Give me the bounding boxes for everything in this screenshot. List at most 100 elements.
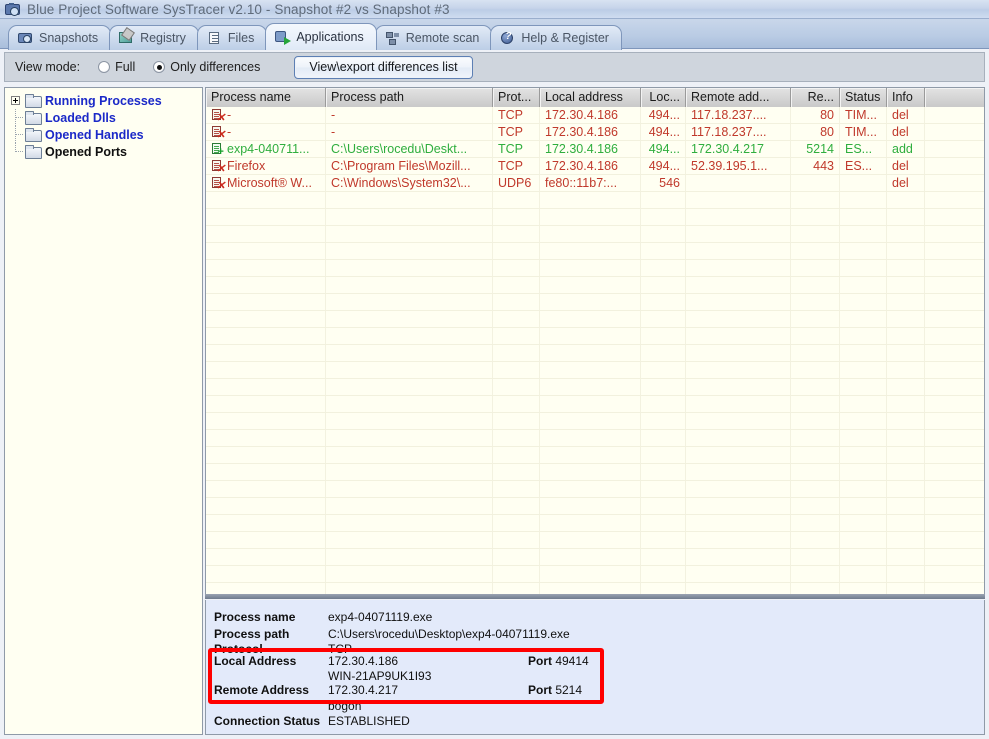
table-cell-empty <box>493 243 540 259</box>
table-cell-empty <box>493 464 540 480</box>
tab-snapshots[interactable]: Snapshots <box>8 25 112 50</box>
table-cell-empty <box>493 549 540 565</box>
table-body[interactable]: ✕ - - TCP 172.30.4.186 494... 117.18.237.... 80… <box>206 107 984 594</box>
table-cell: fe80::11b7:... <box>540 175 641 191</box>
table-cell <box>925 141 984 157</box>
tab-applications[interactable]: Applications <box>265 23 377 50</box>
table-cell-empty <box>641 260 686 276</box>
table-cell-empty <box>206 311 326 327</box>
table-row-empty <box>206 566 984 583</box>
table-cell-empty <box>887 362 925 378</box>
tree-item-label: Opened Handles <box>45 127 144 142</box>
table-cell-empty <box>840 481 887 497</box>
table-cell: ✕ - <box>206 124 326 140</box>
table-cell-empty <box>925 430 984 446</box>
table-cell-empty <box>887 328 925 344</box>
table-cell-empty <box>326 362 493 378</box>
table-row[interactable]: ✕ - - TCP 172.30.4.186 494... 117.18.237.... 80… <box>206 107 984 124</box>
tab-files[interactable]: Files <box>196 25 268 50</box>
category-tree-panel[interactable]: Running Processes Loaded Dlls Opened Handl… <box>4 87 203 735</box>
table-cell-empty <box>791 311 840 327</box>
table-cell-empty <box>840 464 887 480</box>
table-cell-empty <box>326 243 493 259</box>
table-cell-empty <box>493 192 540 208</box>
table-cell-empty <box>206 192 326 208</box>
table-cell-empty <box>887 260 925 276</box>
column-header-local-address[interactable]: Local address <box>540 88 641 107</box>
table-cell: TCP <box>493 107 540 123</box>
table-cell-empty <box>791 192 840 208</box>
tree-item-label: Loaded Dlls <box>45 110 116 125</box>
network-icon <box>385 31 400 45</box>
table-row-empty <box>206 328 984 345</box>
table-header-row[interactable]: Process name Process path Prot... Local add… <box>206 88 984 107</box>
tree-item-opened-handles[interactable]: Opened Handles <box>5 126 202 143</box>
column-header-remote-add[interactable]: Remote add... <box>686 88 791 107</box>
radio-only-differences-indicator[interactable] <box>153 61 166 73</box>
radio-full[interactable]: Full <box>98 60 135 74</box>
column-header-status[interactable]: Status <box>840 88 887 107</box>
table-cell: UDP6 <box>493 175 540 191</box>
tab-registry[interactable]: Registry <box>109 25 199 50</box>
table-row-empty <box>206 515 984 532</box>
table-cell-empty <box>887 294 925 310</box>
radio-only-differences[interactable]: Only differences <box>153 60 260 74</box>
table-cell-empty <box>887 379 925 395</box>
column-header-process-name[interactable]: Process name <box>206 88 326 107</box>
tree-guide <box>9 109 25 126</box>
table-cell-empty <box>641 277 686 293</box>
tab-remote-scan[interactable]: Remote scan <box>374 25 493 50</box>
table-cell: 494... <box>641 107 686 123</box>
table-cell-empty <box>641 328 686 344</box>
table-cell-empty <box>840 362 887 378</box>
table-cell-empty <box>887 192 925 208</box>
tree-item-opened-ports[interactable]: Opened Ports <box>5 143 202 160</box>
table-cell-empty <box>493 532 540 548</box>
table-cell-empty <box>641 481 686 497</box>
table-cell-empty <box>887 498 925 514</box>
table-row[interactable]: ✕ Microsoft® W... C:\Windows\System32\... U… <box>206 175 984 192</box>
column-header-loc[interactable]: Loc... <box>641 88 686 107</box>
detail-key: Process name <box>214 609 296 624</box>
table-cell <box>791 175 840 191</box>
table-row[interactable]: + exp4-040711... C:\Users\rocedu\Deskt... T… <box>206 141 984 158</box>
table-cell-empty <box>791 396 840 412</box>
column-header-prot[interactable]: Prot... <box>493 88 540 107</box>
column-header-process-path[interactable]: Process path <box>326 88 493 107</box>
table-cell-empty <box>840 311 887 327</box>
table-cell-empty <box>686 566 791 582</box>
table-row-empty <box>206 430 984 447</box>
table-cell-empty <box>925 515 984 531</box>
tree-item-running-processes[interactable]: Running Processes <box>5 92 202 109</box>
detail-value: exp4-04071119.exe <box>328 609 433 624</box>
table-row[interactable]: ✕ Firefox C:\Program Files\Mozill... TCP 172… <box>206 158 984 175</box>
table-row-empty <box>206 243 984 260</box>
table-cell-empty <box>887 277 925 293</box>
expand-toggle-icon[interactable] <box>9 92 25 109</box>
detail-port-value: 49414 <box>552 653 589 668</box>
table-cell-empty <box>686 498 791 514</box>
table-cell-empty <box>887 464 925 480</box>
table-row[interactable]: ✕ - - TCP 172.30.4.186 494... 117.18.237.... 80… <box>206 124 984 141</box>
table-cell-empty <box>791 277 840 293</box>
column-header-blank[interactable] <box>925 88 984 107</box>
column-header-info[interactable]: Info <box>887 88 925 107</box>
detail-port: Port 5214 <box>528 683 582 697</box>
table-cell <box>925 107 984 123</box>
radio-full-indicator[interactable] <box>98 61 111 73</box>
table-cell-empty <box>493 311 540 327</box>
connections-table[interactable]: Process name Process path Prot... Local add… <box>205 87 985 595</box>
tab-help-register[interactable]: Help & Register <box>490 25 622 50</box>
column-header-re[interactable]: Re... <box>791 88 840 107</box>
table-cell-empty <box>686 379 791 395</box>
table-cell-empty <box>326 345 493 361</box>
table-cell-empty <box>206 413 326 429</box>
view-export-differences-button[interactable]: View\export differences list <box>294 55 473 79</box>
panel-splitter[interactable] <box>205 594 985 599</box>
table-cell-empty <box>493 413 540 429</box>
tree-item-loaded-dlls[interactable]: Loaded Dlls <box>5 109 202 126</box>
table-cell-empty <box>540 260 641 276</box>
table-cell-empty <box>686 532 791 548</box>
table-cell-empty <box>925 311 984 327</box>
table-cell-empty <box>925 566 984 582</box>
